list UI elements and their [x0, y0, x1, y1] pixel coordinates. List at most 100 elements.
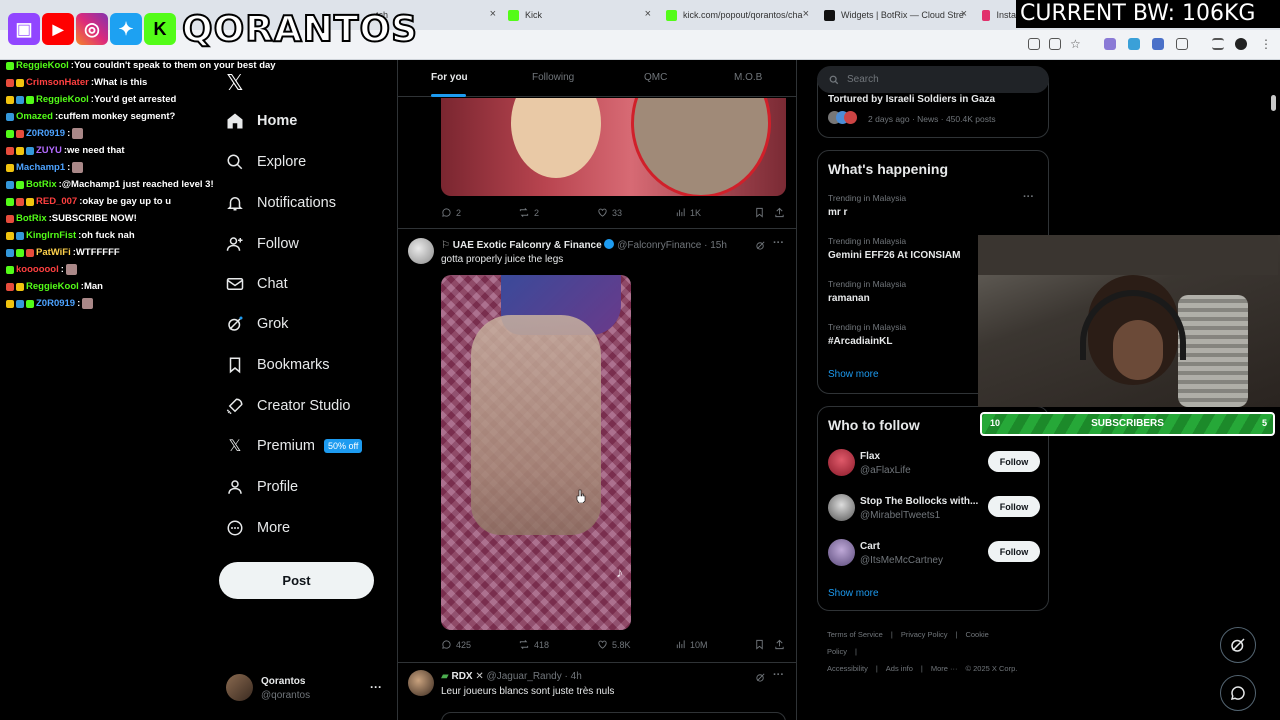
- chat-text: cuffem monkey segment?: [58, 111, 176, 122]
- follow-suggestion[interactable]: Flax @aFlaxLife Follow: [828, 449, 1040, 479]
- media-icon[interactable]: [1212, 38, 1224, 50]
- chat-username[interactable]: ReggieKool: [26, 281, 79, 292]
- nav-home[interactable]: Home: [226, 109, 297, 133]
- like-button[interactable]: 5.8K: [597, 639, 631, 650]
- browser-tab[interactable]: kick.com/popout/qorantos/cha ×: [666, 4, 809, 26]
- nav-explore[interactable]: Explore: [226, 150, 306, 174]
- grok-fab[interactable]: [1220, 627, 1256, 663]
- footer-link[interactable]: Accessibility: [827, 664, 868, 673]
- extension-icon[interactable]: [1152, 38, 1164, 50]
- nav-premium[interactable]: 𝕏 Premium 50% off: [226, 434, 363, 458]
- chat-username[interactable]: Z0R0919: [26, 128, 65, 139]
- chat-username[interactable]: KinglrnFist: [26, 230, 76, 241]
- grok-icon[interactable]: [755, 672, 766, 683]
- reply-button[interactable]: 425: [441, 639, 471, 650]
- reply-button[interactable]: 2: [441, 207, 461, 218]
- grok-icon[interactable]: [755, 240, 766, 251]
- share-button[interactable]: [774, 207, 789, 218]
- more-icon[interactable]: ···: [1023, 191, 1034, 203]
- avatar[interactable]: [1235, 38, 1247, 50]
- views-button[interactable]: 10M: [675, 639, 708, 650]
- close-icon[interactable]: ×: [490, 8, 496, 20]
- nav-notifications[interactable]: Notifications: [226, 191, 336, 215]
- bookmark-button[interactable]: [754, 207, 769, 218]
- close-icon[interactable]: ×: [803, 8, 809, 20]
- follow-button[interactable]: Follow: [988, 451, 1040, 472]
- follow-suggestion[interactable]: Stop The Bollocks with... @MirabelTweets…: [828, 494, 1040, 524]
- chat-username[interactable]: Omazed: [16, 111, 53, 122]
- nav-creator-studio[interactable]: Creator Studio: [226, 394, 351, 418]
- footer-link[interactable]: More ···: [931, 664, 958, 673]
- x-logo-icon[interactable]: 𝕏: [226, 70, 244, 96]
- tab-qmc[interactable]: QMC: [644, 72, 667, 83]
- chat-text: Man: [83, 281, 103, 292]
- nav-follow[interactable]: Follow: [226, 232, 299, 256]
- account-switcher[interactable]: Qorantos @qorantos ···: [226, 674, 386, 704]
- follow-suggestion[interactable]: Cart @ItsMeMcCartney Follow: [828, 539, 1040, 569]
- repost-button[interactable]: 418: [518, 639, 549, 650]
- extension-icon[interactable]: [1128, 38, 1140, 50]
- chat-username[interactable]: CrimsonHater: [26, 77, 89, 88]
- post-author-handle[interactable]: @Jaguar_Randy · 4h: [487, 671, 582, 682]
- like-button[interactable]: 33: [597, 207, 622, 218]
- lens-icon[interactable]: [1028, 38, 1040, 50]
- show-more-link[interactable]: Show more: [828, 588, 879, 599]
- more-icon[interactable]: ···: [370, 680, 382, 694]
- chat-username[interactable]: ReggieKool: [16, 60, 69, 71]
- messages-fab[interactable]: [1220, 675, 1256, 711]
- tab-for-you[interactable]: For you: [431, 72, 468, 83]
- follow-button[interactable]: Follow: [988, 496, 1040, 517]
- post-video[interactable]: ♪: [441, 275, 631, 630]
- post-media[interactable]: [441, 98, 786, 196]
- nav-grok[interactable]: Grok: [226, 312, 288, 336]
- avatar[interactable]: [408, 670, 434, 696]
- nav-profile[interactable]: Profile: [226, 475, 298, 499]
- browser-tab[interactable]: Insta: [982, 4, 1016, 26]
- chat-badge-icon: [26, 146, 34, 155]
- extension-icon[interactable]: [1104, 38, 1116, 50]
- show-more-link[interactable]: Show more: [828, 369, 879, 380]
- repost-button[interactable]: 2: [518, 207, 539, 218]
- tab-mob[interactable]: M.O.B: [734, 72, 762, 83]
- post-button[interactable]: Post: [219, 562, 374, 599]
- share-button[interactable]: [774, 639, 789, 650]
- more-icon[interactable]: ···: [773, 237, 784, 249]
- chat-username[interactable]: kooooool: [16, 264, 59, 275]
- nav-bookmarks[interactable]: Bookmarks: [226, 353, 330, 377]
- chat-username[interactable]: BotRix: [16, 213, 47, 224]
- bookmark-button[interactable]: [754, 639, 769, 650]
- browser-tab[interactable]: Widgets | BotRix — Cloud Stre ×: [824, 4, 967, 26]
- chat-username[interactable]: Z0R0919: [36, 298, 75, 309]
- scrollbar[interactable]: [1271, 95, 1276, 111]
- views-button[interactable]: 1K: [675, 207, 701, 218]
- install-icon[interactable]: [1049, 38, 1061, 50]
- post-author-handle[interactable]: @FalconryFinance · 15h: [617, 240, 727, 251]
- kebab-menu-icon[interactable]: ⋮: [1260, 38, 1272, 50]
- puzzle-icon[interactable]: [1176, 38, 1188, 50]
- close-icon[interactable]: ×: [645, 8, 651, 20]
- chat-username[interactable]: ReggieKool: [36, 94, 89, 105]
- star-icon[interactable]: ☆: [1070, 38, 1082, 50]
- browser-tab[interactable]: Kick ×: [508, 4, 651, 26]
- trend-item[interactable]: Trending in Malaysia mr r ···: [828, 191, 1040, 218]
- more-icon[interactable]: ···: [773, 669, 784, 681]
- footer-link[interactable]: Terms of Service: [827, 630, 883, 639]
- search-input[interactable]: Search: [817, 66, 1049, 93]
- chat-username[interactable]: ZUYU: [36, 145, 62, 156]
- chat-username[interactable]: PatWiFi: [36, 247, 71, 258]
- nav-chat[interactable]: Chat: [226, 272, 288, 296]
- footer-link[interactable]: Ads info: [886, 664, 913, 673]
- follow-button[interactable]: Follow: [988, 541, 1040, 562]
- post-author-name[interactable]: UAE Exotic Falconry & Finance: [453, 240, 602, 251]
- heart-icon: [598, 640, 607, 649]
- post-author-name[interactable]: RDX: [451, 671, 472, 682]
- close-icon[interactable]: ×: [961, 8, 967, 20]
- chat-username[interactable]: BotRix: [26, 179, 57, 190]
- footer-link[interactable]: Privacy Policy: [901, 630, 948, 639]
- tab-following[interactable]: Following: [532, 72, 574, 83]
- nav-more[interactable]: More: [226, 516, 290, 540]
- post-media[interactable]: [441, 712, 786, 720]
- chat-username[interactable]: RED_007: [36, 196, 77, 207]
- avatar[interactable]: [408, 238, 434, 264]
- chat-username[interactable]: Machamp1: [16, 162, 65, 173]
